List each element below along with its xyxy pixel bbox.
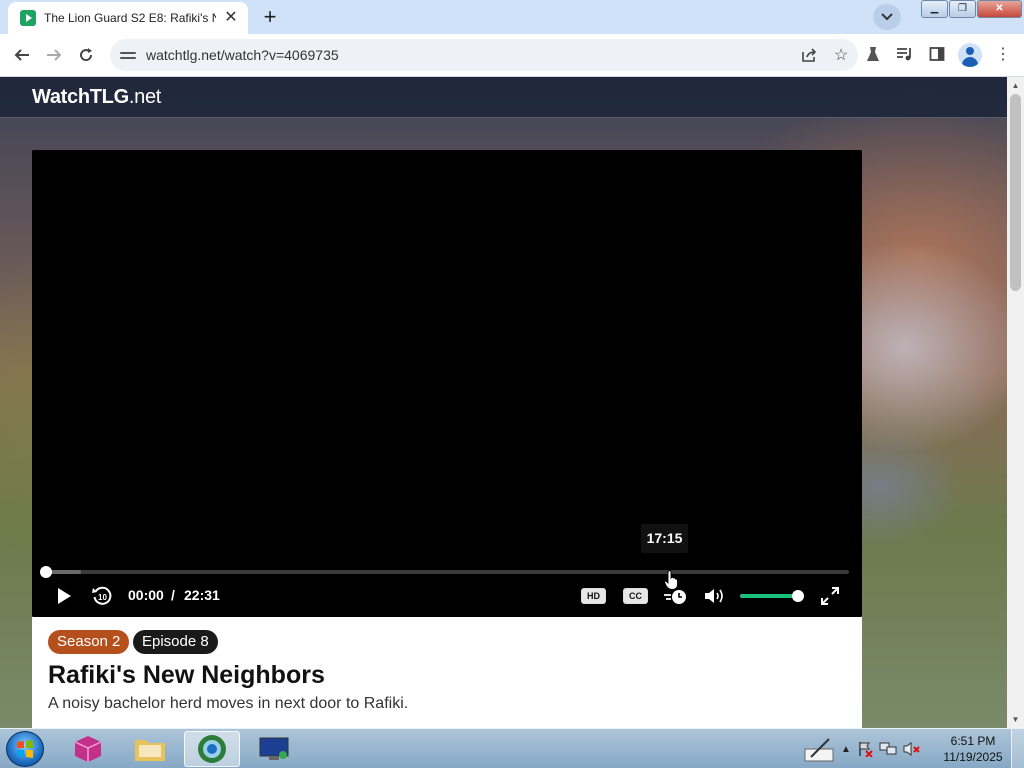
fullscreen-button[interactable] — [817, 584, 843, 608]
browser-tab[interactable]: The Lion Guard S2 E8: Rafiki's Ne ✕ — [8, 2, 248, 34]
volume-muted-icon[interactable] — [903, 741, 921, 757]
url-text[interactable]: watchtlg.net/watch?v=4069735 — [146, 47, 339, 63]
reload-icon — [80, 48, 93, 62]
reload-button[interactable] — [72, 41, 100, 69]
scroll-up-icon[interactable]: ▲ — [1007, 77, 1024, 94]
logo-suffix-text: .net — [128, 86, 162, 108]
flag-alert-icon[interactable] — [857, 741, 873, 757]
time-separator: / — [171, 587, 175, 603]
seek-bar[interactable] — [46, 570, 849, 574]
rewind-10-button[interactable]: 10 — [89, 583, 115, 609]
hd-quality-button[interactable]: HD — [581, 588, 606, 604]
taskbar-remote-desktop[interactable] — [246, 731, 302, 767]
toolbar-actions: ⋮ — [862, 43, 1014, 67]
side-panel-icon[interactable] — [926, 43, 948, 65]
fullscreen-icon — [821, 587, 839, 605]
forward-arrow-icon — [47, 49, 62, 61]
play-button[interactable] — [52, 584, 76, 608]
playback-speed-button[interactable] — [662, 584, 690, 608]
forward-button[interactable] — [40, 41, 68, 69]
season-badge[interactable]: Season 2 — [48, 630, 130, 654]
play-icon — [58, 588, 71, 604]
rewind-10-icon: 10 — [92, 586, 112, 605]
taskbar-explorer[interactable] — [122, 731, 178, 767]
page-viewport: WatchTLG.net 17:15 10 00:00 / 22:31 HD C… — [0, 77, 1007, 728]
minimize-button[interactable]: ▁ — [921, 0, 948, 18]
browser-globe-icon — [198, 735, 226, 763]
address-bar[interactable]: watchtlg.net/watch?v=4069735 ☆ — [110, 39, 858, 71]
profile-avatar[interactable] — [958, 43, 982, 67]
volume-handle[interactable] — [792, 590, 804, 602]
speed-timer-icon — [664, 590, 686, 604]
svg-text:10: 10 — [98, 593, 107, 602]
volume-slider[interactable] — [740, 594, 800, 598]
back-arrow-icon — [14, 49, 29, 61]
new-tab-button[interactable]: + — [256, 4, 284, 32]
scrollbar-thumb[interactable] — [1010, 94, 1021, 291]
page-scrollbar[interactable]: ▲ ▼ — [1007, 77, 1024, 728]
captions-button[interactable]: CC — [623, 588, 648, 604]
network-icon[interactable] — [879, 741, 897, 757]
duration: 22:31 — [184, 587, 220, 603]
site-header: WatchTLG.net — [0, 77, 1007, 118]
video-player[interactable]: 17:15 10 00:00 / 22:31 HD CC — [32, 150, 862, 617]
tab-title: The Lion Guard S2 E8: Rafiki's Ne — [44, 11, 216, 25]
close-window-button[interactable]: ✕ — [977, 0, 1022, 18]
episode-title: Rafiki's New Neighbors — [48, 661, 325, 689]
tab-strip: The Lion Guard S2 E8: Rafiki's Ne ✕ + ▁ … — [0, 0, 1024, 34]
windows-taskbar: ▲ 6:51 PM 11/19/2025 — [0, 728, 1024, 768]
system-tray: ▲ — [803, 731, 921, 767]
browser-toolbar: watchtlg.net/watch?v=4069735 ☆ ⋮ — [0, 34, 1024, 77]
chevron-down-icon — [881, 13, 893, 21]
episode-description: A noisy bachelor herd moves in next door… — [48, 695, 409, 712]
monitor-icon — [259, 737, 289, 760]
taskbar-chrome[interactable] — [184, 731, 240, 767]
share-icon[interactable] — [798, 44, 820, 66]
extension-flask-icon[interactable] — [862, 43, 884, 65]
tab-search-button[interactable] — [873, 4, 901, 30]
current-time: 00:00 — [128, 587, 164, 603]
clock-time: 6:51 PM — [950, 734, 996, 748]
mute-button[interactable] — [702, 584, 728, 608]
site-info-icon[interactable] — [120, 47, 136, 63]
scroll-down-icon[interactable]: ▼ — [1007, 711, 1024, 728]
clock-date: 11/19/2025 — [943, 750, 1003, 764]
show-desktop-button[interactable] — [1011, 729, 1024, 768]
app-package-icon — [74, 736, 102, 762]
tray-expand-icon[interactable]: ▲ — [841, 744, 851, 755]
volume-icon — [705, 589, 723, 603]
taskbar-app-1[interactable] — [60, 731, 116, 767]
tab-close-icon[interactable]: ✕ — [222, 9, 240, 27]
start-button[interactable] — [6, 731, 44, 767]
windows-logo-icon — [17, 740, 33, 758]
pen-tablet-icon[interactable] — [803, 735, 835, 763]
logo-bold-text: WatchTLG — [32, 86, 129, 108]
seek-time-tooltip: 17:15 — [641, 524, 688, 553]
back-button[interactable] — [8, 41, 36, 69]
site-favicon-icon — [20, 10, 36, 26]
site-logo[interactable]: WatchTLG.net — [32, 86, 161, 109]
media-queue-icon[interactable] — [894, 43, 916, 65]
more-menu-icon[interactable]: ⋮ — [992, 43, 1014, 65]
window-controls: ▁ ❐ ✕ — [920, 0, 1022, 20]
episode-badge: Episode 8 — [133, 630, 218, 654]
seek-handle[interactable] — [40, 566, 52, 578]
episode-info-card: Season 2 Episode 8 Rafiki's New Neighbor… — [32, 617, 862, 728]
restore-button[interactable]: ❐ — [949, 0, 976, 18]
folder-icon — [135, 740, 165, 761]
taskbar-clock[interactable]: 6:51 PM 11/19/2025 — [940, 733, 1006, 765]
bookmark-star-icon[interactable]: ☆ — [830, 44, 852, 66]
